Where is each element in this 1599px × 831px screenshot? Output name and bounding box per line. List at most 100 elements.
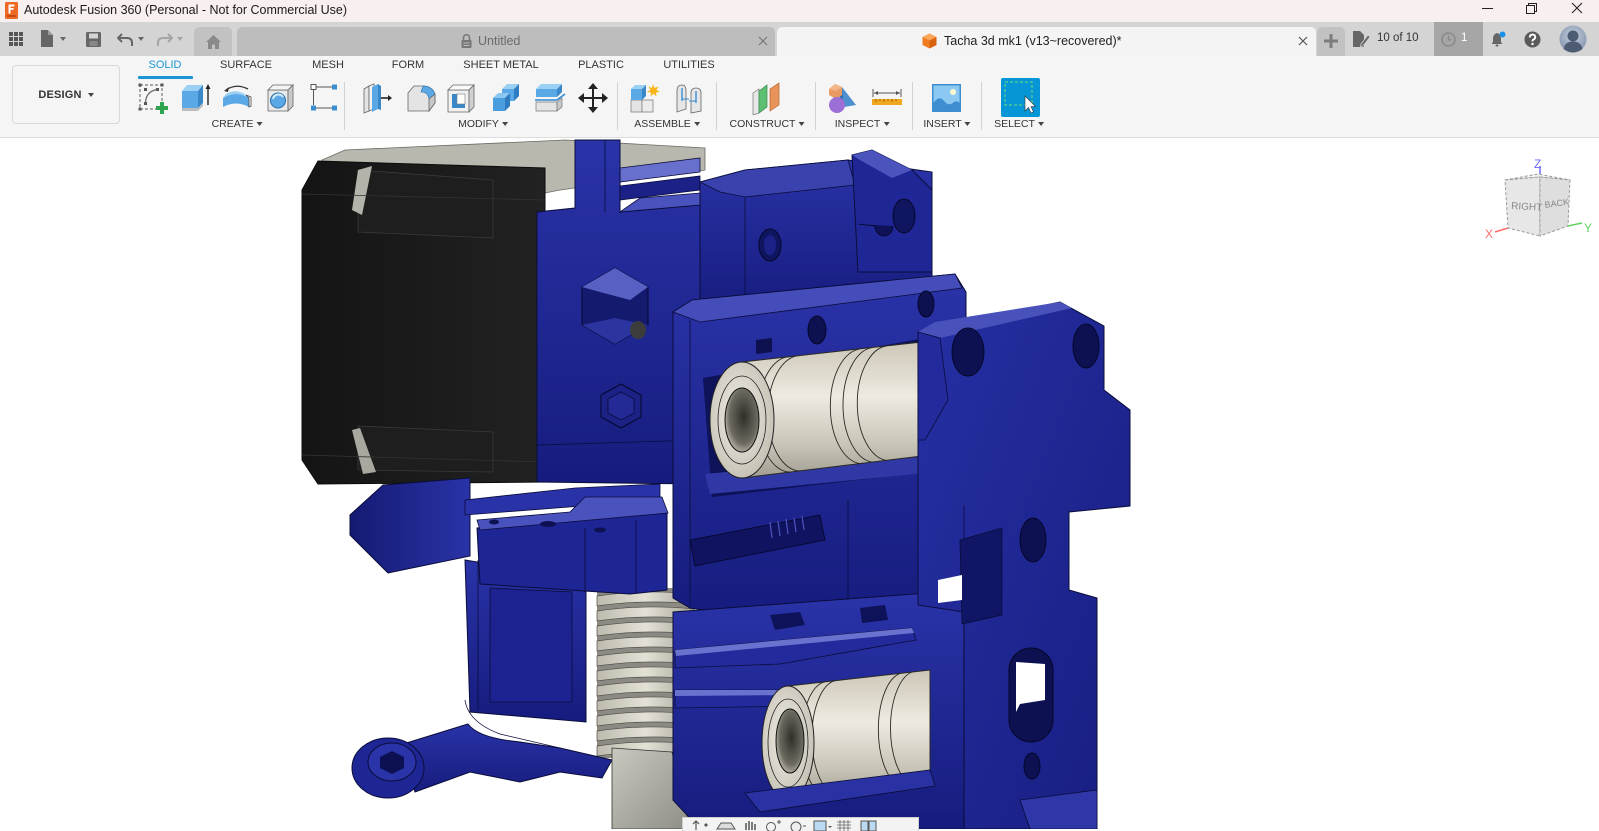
select-menu[interactable]: SELECT (994, 118, 1044, 130)
ribbon-tab-form[interactable]: FORM (390, 59, 426, 71)
lever-wing[interactable] (349, 477, 471, 574)
move-copy-button[interactable] (576, 81, 610, 115)
data-panel-grid-icon (9, 32, 23, 46)
redo-button[interactable] (156, 32, 186, 50)
move-copy-icon (578, 83, 608, 113)
help-icon (1524, 31, 1541, 48)
insert-label: INSERT (923, 118, 962, 130)
new-component-icon (630, 84, 660, 113)
modify-menu[interactable]: MODIFY (458, 118, 508, 130)
maximize-icon (1526, 3, 1537, 14)
caret-down-icon (256, 122, 263, 126)
y-axis-label: Y (1584, 221, 1592, 235)
close-window-button[interactable] (1557, 0, 1597, 22)
y-axis-line (1567, 222, 1583, 227)
pattern-icon (310, 84, 337, 111)
home-icon (206, 35, 221, 49)
model-render[interactable] (0, 138, 1599, 829)
caret-down-icon (798, 122, 805, 126)
insert-menu[interactable]: INSERT (923, 118, 971, 130)
job-status-button[interactable]: 10 of 10 (1352, 29, 1424, 49)
save-button[interactable] (86, 32, 101, 50)
hole-icon (267, 84, 294, 112)
interference-button[interactable] (826, 81, 860, 115)
measure-icon (872, 89, 902, 105)
save-icon (86, 32, 101, 47)
carriage-hole (917, 290, 935, 318)
construct-label: CONSTRUCT (729, 118, 796, 130)
x-axis-label: X (1485, 227, 1493, 241)
file-menu-button[interactable] (40, 30, 68, 48)
document-tab-bar: Untitled Tacha 3d mk1 (v13~recovered)* 1… (0, 22, 1599, 56)
revolve-button[interactable] (220, 81, 254, 115)
fillet-button[interactable] (405, 81, 439, 115)
document-tab-untitled[interactable]: Untitled (237, 27, 775, 56)
ribbon-tab-mesh[interactable]: MESH (310, 59, 346, 71)
shell-button[interactable] (445, 81, 479, 115)
pattern-button[interactable] (308, 81, 342, 115)
window-select-icon (1004, 81, 1037, 114)
active-tab-indicator (138, 76, 193, 79)
running-jobs-button[interactable]: 1 (1434, 22, 1483, 56)
hex-pin (630, 321, 646, 339)
maximize-button[interactable] (1511, 0, 1551, 22)
extrude-button[interactable] (178, 81, 212, 115)
assemble-menu[interactable]: ASSEMBLE (634, 118, 700, 130)
joint-icon (676, 84, 702, 114)
new-component-button[interactable] (628, 81, 662, 115)
combine-icon (493, 84, 519, 111)
ribbon-tab-plastic[interactable]: PLASTIC (576, 59, 626, 71)
profile-button[interactable] (1559, 25, 1587, 53)
undo-button[interactable] (116, 32, 147, 50)
workspace-label: DESIGN (38, 88, 82, 101)
bracket-hole (540, 521, 556, 527)
combine-button[interactable] (490, 81, 524, 115)
construct-menu[interactable]: CONSTRUCT (730, 118, 805, 130)
data-panel-button[interactable] (9, 32, 23, 50)
z-axis-label: Z (1534, 157, 1541, 171)
split-body-button[interactable] (533, 81, 567, 115)
new-tab-button[interactable] (1317, 27, 1345, 56)
bracket-hole (594, 527, 606, 533)
canvas-viewport[interactable] (0, 138, 1599, 829)
idler-hole (892, 198, 916, 234)
minimize-button[interactable] (1467, 0, 1507, 22)
close-tab-icon[interactable] (1297, 34, 1309, 48)
caret-down-icon (177, 37, 183, 41)
create-menu[interactable]: CREATE (212, 118, 263, 130)
select-label: SELECT (994, 118, 1035, 130)
insert-canvas-icon (932, 84, 961, 112)
window-title: Autodesk Fusion 360 (Personal - Not for … (24, 3, 348, 17)
document-tab-active[interactable]: Tacha 3d mk1 (v13~recovered)* (777, 27, 1316, 56)
close-tab-icon[interactable] (757, 34, 769, 48)
ribbon-tab-surface[interactable]: SURFACE (218, 59, 274, 71)
group-separator (617, 82, 618, 130)
press-pull-button[interactable] (361, 81, 395, 115)
measure-button[interactable] (870, 81, 904, 115)
hole-button[interactable] (264, 81, 298, 115)
insert-canvas-button[interactable] (930, 81, 964, 115)
joint-button[interactable] (673, 81, 707, 115)
modify-label: MODIFY (458, 118, 499, 130)
revolve-icon (223, 85, 252, 108)
offset-plane-button[interactable] (750, 81, 784, 115)
job-status-icon (1353, 31, 1370, 48)
inspect-menu[interactable]: INSPECT (835, 118, 890, 130)
close-icon (1571, 2, 1583, 14)
home-tab[interactable] (194, 27, 232, 56)
group-separator (344, 82, 345, 130)
notifications-button[interactable] (1490, 31, 1507, 48)
window-select-button[interactable] (1001, 78, 1040, 117)
viewcube[interactable]: Z RIGHT BACK X Y (1480, 150, 1599, 250)
motor-ridge-bottom (357, 425, 494, 473)
undo-icon (116, 33, 133, 46)
group-separator (981, 82, 982, 130)
ribbon-tab-utilities[interactable]: UTILITIES (661, 59, 716, 71)
linear-bearing-upper[interactable] (709, 341, 923, 479)
help-button[interactable] (1524, 31, 1541, 48)
clock-icon (1441, 32, 1456, 47)
create-sketch-button[interactable] (136, 81, 170, 115)
ribbon-tab-sheet-metal[interactable]: SHEET METAL (461, 59, 540, 71)
workspace-switcher[interactable]: DESIGN (12, 65, 120, 124)
ribbon-tab-solid[interactable]: SOLID (146, 59, 183, 71)
